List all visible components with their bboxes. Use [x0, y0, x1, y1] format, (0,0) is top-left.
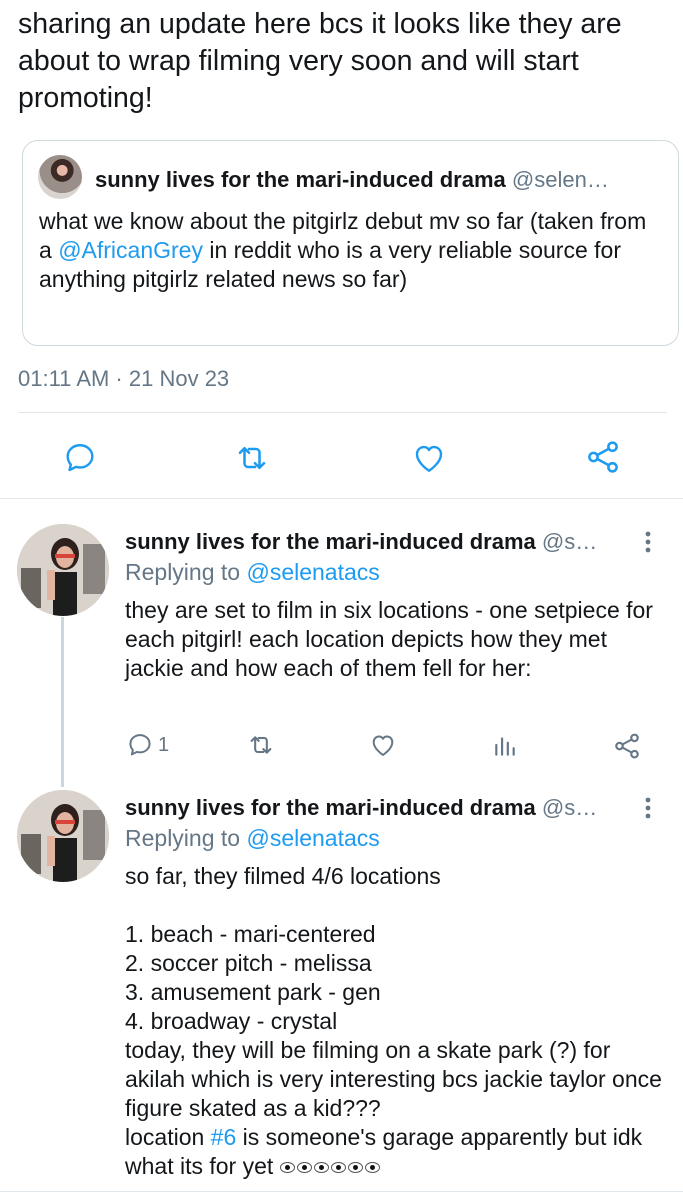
mention-link[interactable]: @selenatacs — [246, 559, 379, 585]
quoted-tweet-header: sunny lives for the mari-induced drama @… — [95, 167, 665, 193]
quoted-tweet-text: what we know about the pitgirlz debut mv… — [39, 207, 659, 294]
like-button[interactable] — [410, 440, 448, 476]
like-button[interactable] — [368, 731, 398, 759]
share-icon — [615, 733, 639, 759]
reply-header: sunny lives for the mari-induced drama @… — [125, 794, 625, 822]
avatar[interactable] — [38, 155, 82, 199]
more-options-button[interactable] — [640, 794, 656, 824]
author-handle[interactable]: @s… — [542, 795, 597, 820]
replying-to: Replying to @selenatacs — [125, 824, 380, 852]
reply-text-part: so far, they filmed 4/6 locations 1. bea… — [125, 863, 662, 1150]
author-handle[interactable]: @s… — [542, 529, 597, 554]
reply-count: 1 — [158, 733, 170, 756]
mention-link[interactable]: @AfricanGrey — [58, 237, 203, 263]
divider — [0, 1191, 683, 1192]
eyes-emoji — [279, 1153, 382, 1179]
reply-text: so far, they filmed 4/6 locations 1. bea… — [125, 862, 665, 1181]
retweet-button[interactable] — [245, 731, 277, 759]
share-icon — [588, 441, 618, 473]
mention-link[interactable]: @selenatacs — [246, 825, 379, 851]
more-vertical-icon — [645, 531, 651, 553]
reply-text: they are set to film in six locations - … — [125, 597, 653, 681]
avatar[interactable] — [17, 524, 109, 616]
tweet-timestamp[interactable]: 01:11 AM · 21 Nov 23 — [18, 366, 229, 392]
retweet-icon — [238, 446, 266, 470]
author-name[interactable]: sunny lives for the mari-induced drama — [95, 167, 506, 192]
more-vertical-icon — [645, 797, 651, 819]
quoted-tweet-card[interactable]: sunny lives for the mari-induced drama @… — [22, 140, 679, 346]
avatar-photo — [17, 524, 109, 616]
thread-connector-line — [61, 617, 64, 787]
tweet-text: sharing an update here bcs it looks like… — [18, 8, 622, 114]
more-options-button[interactable] — [640, 528, 656, 558]
analytics-icon — [495, 737, 515, 756]
divider — [0, 498, 683, 499]
replying-prefix: Replying to — [125, 559, 247, 585]
share-button[interactable] — [612, 731, 642, 761]
replying-prefix: Replying to — [125, 825, 247, 851]
author-handle[interactable]: @selen… — [512, 167, 609, 192]
analytics-button[interactable] — [492, 733, 518, 759]
author-name[interactable]: sunny lives for the mari-induced drama — [125, 529, 536, 554]
reply-icon — [66, 444, 94, 472]
heart-icon — [415, 445, 443, 472]
reply-button[interactable] — [62, 440, 98, 476]
author-name[interactable]: sunny lives for the mari-induced drama — [125, 795, 536, 820]
hashtag-link[interactable]: #6 — [211, 1124, 237, 1150]
retweet-button[interactable] — [232, 440, 272, 476]
share-button[interactable] — [584, 438, 622, 476]
avatar[interactable] — [17, 790, 109, 882]
replying-to: Replying to @selenatacs — [125, 558, 380, 586]
heart-icon — [372, 735, 394, 756]
reply-header: sunny lives for the mari-induced drama @… — [125, 528, 625, 556]
avatar-photo — [17, 790, 109, 882]
divider — [18, 412, 667, 413]
reply-icon — [129, 734, 151, 756]
retweet-icon — [250, 736, 272, 754]
reply-button[interactable]: 1 — [126, 731, 169, 759]
